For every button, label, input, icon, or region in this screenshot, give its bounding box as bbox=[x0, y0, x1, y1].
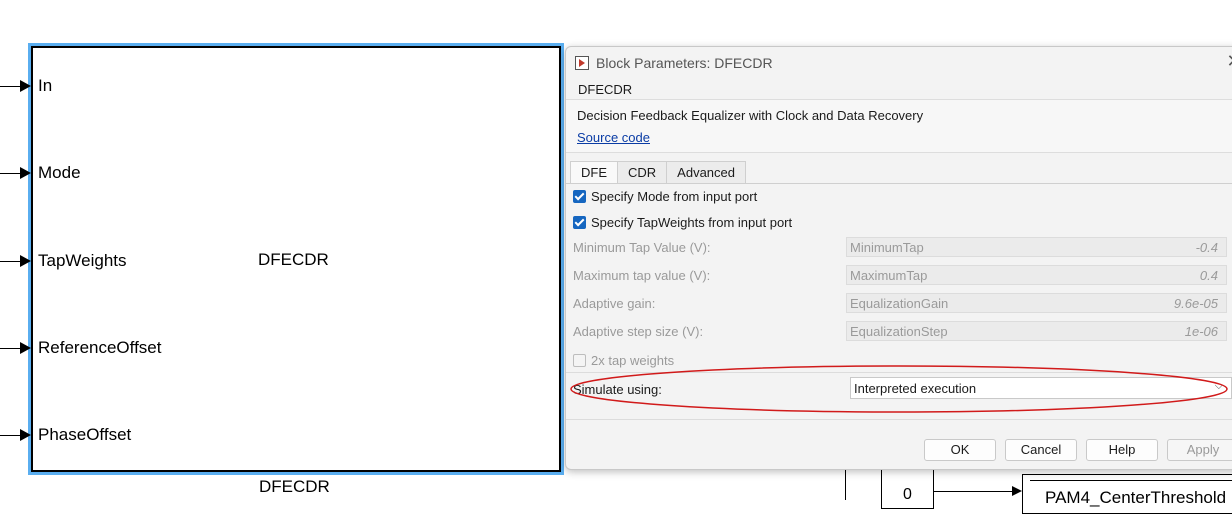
port-wire bbox=[0, 261, 20, 262]
specify-tapweights-checkbox-row[interactable]: Specify TapWeights from input port bbox=[573, 213, 792, 231]
port-wire bbox=[0, 348, 20, 349]
tab-bar: DFE CDR Advanced bbox=[570, 161, 746, 184]
param-expression: MinimumTap bbox=[850, 240, 924, 255]
block-caption[interactable]: DFECDR bbox=[259, 477, 330, 497]
port-label: ReferenceOffset bbox=[38, 338, 162, 357]
apply-button[interactable]: Apply bbox=[1167, 439, 1232, 461]
divider bbox=[566, 419, 1232, 420]
ok-button[interactable]: OK bbox=[924, 439, 996, 461]
port-label: In bbox=[38, 76, 53, 95]
port-label: PhaseOffset bbox=[38, 425, 132, 444]
port-arrow bbox=[20, 429, 31, 441]
tab-cdr[interactable]: CDR bbox=[617, 161, 668, 183]
input-port-in[interactable]: In bbox=[0, 76, 173, 96]
port-label: TapWeights bbox=[38, 251, 127, 270]
simulink-icon bbox=[575, 56, 589, 70]
tab-advanced[interactable]: Advanced bbox=[666, 161, 746, 183]
dialog-titlebar[interactable]: Block Parameters: DFECDR ✕ bbox=[566, 47, 1232, 79]
adaptive-step-field: EqualizationStep 1e-06 bbox=[846, 321, 1227, 341]
description-panel: Decision Feedback Equalizer with Clock a… bbox=[566, 99, 1232, 153]
maximum-tap-field: MaximumTap 0.4 bbox=[846, 265, 1227, 285]
param-label-maximum-tap: Maximum tap value (V): bbox=[573, 268, 711, 283]
checkbox-checked[interactable] bbox=[573, 189, 586, 203]
signal-line bbox=[934, 491, 1012, 492]
source-code-link[interactable]: Source code bbox=[577, 130, 650, 145]
block-center-label: DFECDR bbox=[258, 250, 329, 269]
param-value: 0.4 bbox=[1199, 268, 1218, 283]
help-button[interactable]: Help bbox=[1086, 439, 1158, 461]
checkbox-checked[interactable] bbox=[573, 215, 586, 229]
port-wire bbox=[0, 173, 20, 174]
param-label-adaptive-step: Adaptive step size (V): bbox=[573, 324, 704, 339]
param-label-adaptive-gain: Adaptive gain: bbox=[573, 296, 656, 311]
input-port-phaseoffset[interactable]: PhaseOffset bbox=[0, 425, 173, 445]
param-expression: EqualizationGain bbox=[850, 296, 949, 311]
adaptive-gain-field: EqualizationGain 9.6e-05 bbox=[846, 293, 1227, 313]
block-description: Decision Feedback Equalizer with Clock a… bbox=[577, 108, 924, 123]
tab-dfe[interactable]: DFE bbox=[570, 161, 618, 184]
checkbox-label: Specify TapWeights from input port bbox=[591, 214, 793, 230]
specify-mode-checkbox-row[interactable]: Specify Mode from input port bbox=[573, 187, 757, 205]
param-expression: MaximumTap bbox=[850, 268, 928, 283]
param-expression: EqualizationStep bbox=[850, 324, 948, 339]
input-port-tapweights[interactable]: TapWeights bbox=[0, 251, 173, 271]
port-arrow bbox=[20, 255, 31, 267]
constant-value: 0 bbox=[903, 486, 912, 503]
pam4-threshold-label: PAM4_CenterThreshold bbox=[1045, 488, 1227, 507]
port-label: Mode bbox=[38, 163, 81, 182]
checkbox-label: Specify Mode from input port bbox=[591, 188, 758, 204]
param-value: 1e-06 bbox=[1184, 324, 1218, 339]
param-value: -0.4 bbox=[1195, 240, 1218, 255]
port-arrow bbox=[20, 80, 31, 92]
port-arrow bbox=[20, 167, 31, 179]
block-name: DFECDR bbox=[578, 82, 633, 97]
port-arrow bbox=[20, 342, 31, 354]
param-label-minimum-tap: Minimum Tap Value (V): bbox=[573, 240, 711, 255]
input-port-mode[interactable]: Mode bbox=[0, 163, 173, 183]
signal-arrow bbox=[1012, 486, 1022, 496]
block-inner-border bbox=[1030, 480, 1232, 481]
cancel-button[interactable]: Cancel bbox=[1005, 439, 1077, 461]
minimum-tap-field: MinimumTap -0.4 bbox=[846, 237, 1227, 257]
dialog-title: Block Parameters: DFECDR bbox=[596, 55, 773, 71]
param-value: 9.6e-05 bbox=[1173, 296, 1218, 311]
constant-block[interactable]: 0 bbox=[881, 469, 934, 509]
close-icon[interactable]: ✕ bbox=[1224, 51, 1232, 72]
dfecdr-block[interactable]: In Mode TapWeights ReferenceOffset Phase… bbox=[0, 43, 564, 475]
input-port-referenceoffset[interactable]: ReferenceOffset bbox=[0, 338, 173, 358]
port-wire bbox=[0, 86, 20, 87]
highlight-ellipse bbox=[570, 365, 1228, 413]
port-wire bbox=[0, 435, 20, 436]
